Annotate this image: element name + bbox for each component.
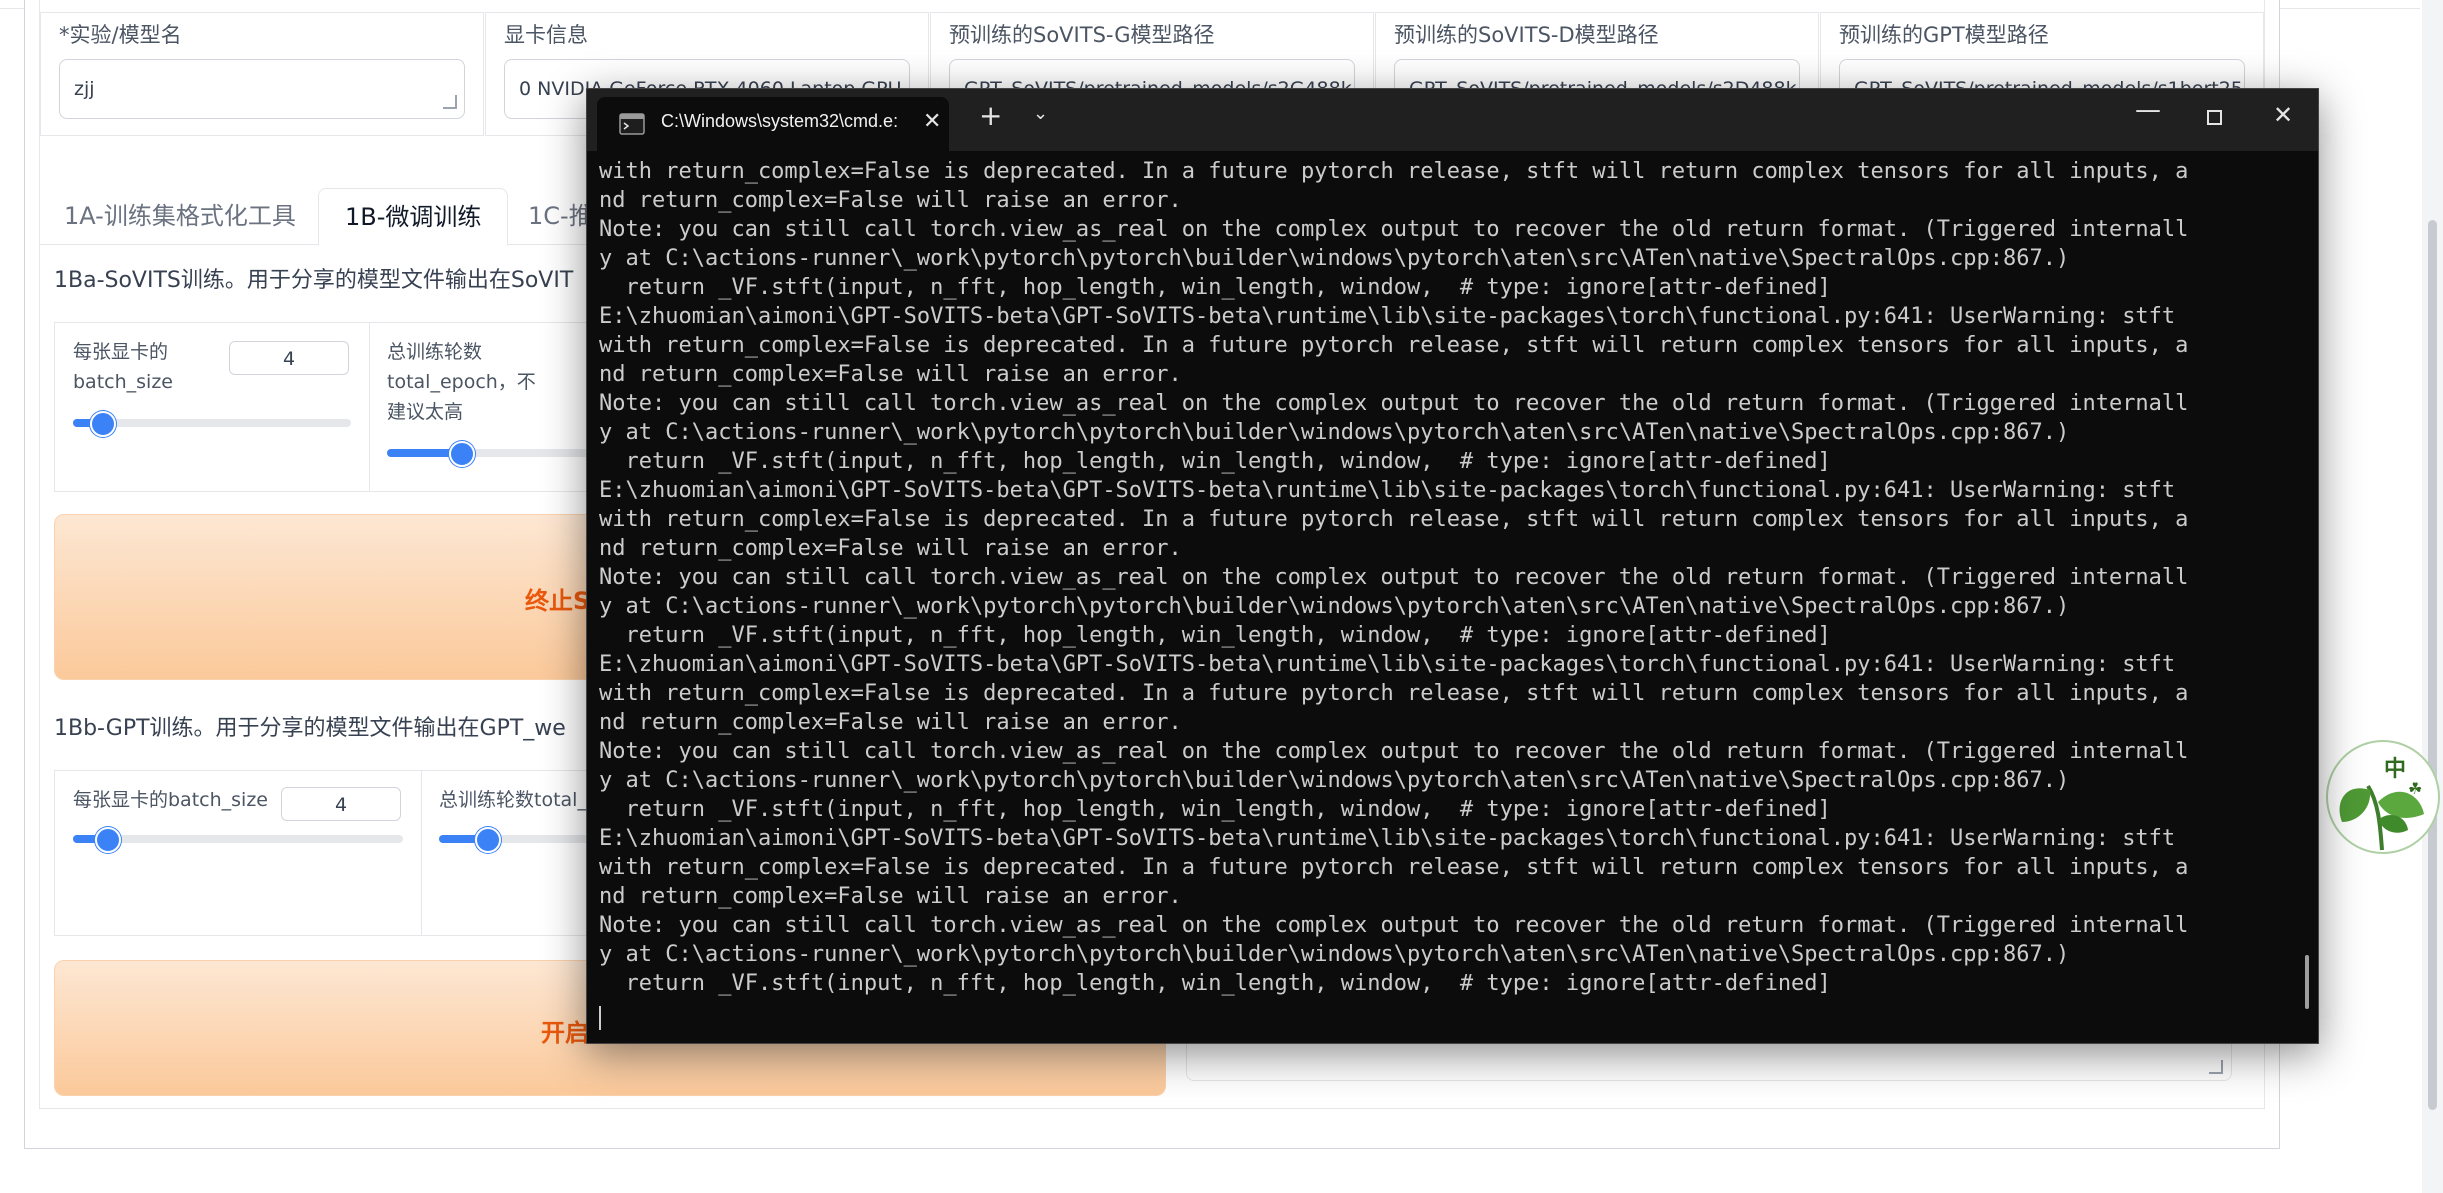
terminal-line: nd return_complex=False will raise an er…	[599, 536, 1182, 561]
gpu-info-label: 显卡信息	[504, 23, 588, 47]
terminal-window[interactable]: C:\Windows\system32\cmd.e: ✕ + ⌄ — ✕ wit…	[586, 88, 2319, 1044]
sovits-section-title: 1Ba-SoVITS训练。用于分享的模型文件输出在SoVIT	[54, 268, 574, 293]
tab-inference[interactable]: 1C-推	[528, 188, 593, 244]
resize-handle-icon[interactable]	[2209, 1060, 2223, 1074]
experiment-name-label: *实验/模型名	[59, 23, 182, 47]
gpt-path-label: 预训练的GPT模型路径	[1839, 23, 2049, 47]
terminal-line: E:\zhuomian\aimoni\GPT-SoVITS-beta\GPT-S…	[599, 478, 2176, 503]
sovits-batch-label: 每张显卡的 batch_size	[73, 341, 173, 393]
chevron-down-icon[interactable]: ⌄	[1033, 103, 1048, 124]
terminal-line: y at C:\actions-runner\_work\pytorch\pyt…	[599, 594, 2070, 619]
sovits-params-panel: 每张显卡的 batch_size 4 总训练轮数 total_epoch，不 建…	[54, 322, 596, 492]
close-window-icon[interactable]: ✕	[2273, 101, 2293, 129]
terminal-line: nd return_complex=False will raise an er…	[599, 884, 1182, 909]
sovits-batch-cell: 每张显卡的 batch_size 4	[55, 323, 370, 491]
gpt-epoch-cell: 总训练轮数total_	[421, 771, 595, 935]
terminal-scrollbar-thumb[interactable]	[2305, 955, 2309, 1009]
close-tab-icon[interactable]: ✕	[923, 109, 941, 134]
gpt-batch-slider-thumb[interactable]	[95, 827, 121, 853]
terminal-line: Note: you can still call torch.view_as_r…	[599, 739, 2189, 764]
stop-sovits-training-button[interactable]: 终止S	[54, 514, 596, 680]
info-textarea[interactable]	[1186, 1040, 2232, 1081]
gpt-batch-cell: 每张显卡的batch_size 4	[55, 771, 422, 935]
cmd-icon	[619, 113, 645, 135]
page-scrollbar-thumb[interactable]	[2428, 220, 2437, 1110]
gpt-batch-slider[interactable]	[73, 827, 403, 853]
gpt-section-title: 1Bb-GPT训练。用于分享的模型文件输出在GPT_we	[54, 716, 566, 741]
terminal-line: return _VF.stft(input, n_fft, hop_length…	[599, 449, 1831, 474]
terminal-line: return _VF.stft(input, n_fft, hop_length…	[599, 623, 1831, 648]
stop-sovits-training-label: 终止S	[525, 587, 591, 615]
gpt-epoch-slider[interactable]	[439, 827, 595, 853]
sovits-batch-slider[interactable]	[73, 411, 351, 437]
terminal-cursor	[599, 1006, 601, 1030]
gpt-params-panel: 每张显卡的batch_size 4 总训练轮数total_	[54, 770, 596, 936]
sovits-batch-slider-thumb[interactable]	[89, 411, 116, 437]
sovits-batch-input[interactable]: 4	[229, 341, 349, 375]
terminal-tab-title: C:\Windows\system32\cmd.e:	[661, 111, 899, 131]
terminal-line: return _VF.stft(input, n_fft, hop_length…	[599, 971, 1831, 996]
terminal-line: E:\zhuomian\aimoni\GPT-SoVITS-beta\GPT-S…	[599, 826, 2176, 851]
sovits-g-path-label: 预训练的SoVITS-G模型路径	[949, 23, 1215, 47]
terminal-line: with return_complex=False is deprecated.…	[599, 855, 2189, 880]
minimize-icon[interactable]: —	[2135, 95, 2161, 125]
gpt-batch-label: 每张显卡的batch_size	[73, 789, 268, 811]
terminal-line: nd return_complex=False will raise an er…	[599, 188, 1182, 213]
tea-leaf-graphic: 中 ☘	[2339, 757, 2424, 851]
terminal-line: Note: you can still call torch.view_as_r…	[599, 391, 2189, 416]
resize-handle-icon[interactable]	[443, 95, 457, 109]
experiment-name-input[interactable]: zjj	[59, 59, 465, 119]
terminal-line: y at C:\actions-runner\_work\pytorch\pyt…	[599, 768, 2070, 793]
badge-text: 中	[2384, 757, 2406, 782]
terminal-line: E:\zhuomian\aimoni\GPT-SoVITS-beta\GPT-S…	[599, 652, 2176, 677]
sovits-epoch-slider-thumb[interactable]	[448, 441, 475, 467]
gpt-epoch-label: 总训练轮数total_	[439, 789, 587, 811]
tab-dataset-format[interactable]: 1A-训练集格式化工具	[64, 188, 296, 244]
experiment-name-field: *实验/模型名 zjj	[40, 12, 484, 136]
terminal-line: with return_complex=False is deprecated.…	[599, 681, 2189, 706]
terminal-output[interactable]: with return_complex=False is deprecated.…	[599, 157, 2295, 1027]
terminal-line: return _VF.stft(input, n_fft, hop_length…	[599, 797, 1831, 822]
terminal-line: E:\zhuomian\aimoni\GPT-SoVITS-beta\GPT-S…	[599, 304, 2176, 329]
terminal-titlebar[interactable]: C:\Windows\system32\cmd.e: ✕ + ⌄ — ✕	[587, 89, 2318, 151]
terminal-line: y at C:\actions-runner\_work\pytorch\pyt…	[599, 420, 2070, 445]
gpt-batch-input[interactable]: 4	[281, 787, 401, 821]
maximize-icon[interactable]	[2207, 110, 2222, 125]
svg-text:☘: ☘	[2408, 779, 2422, 798]
terminal-tab[interactable]: C:\Windows\system32\cmd.e: ✕	[597, 97, 949, 151]
new-tab-icon[interactable]: +	[979, 99, 1002, 132]
sovits-d-path-label: 预训练的SoVITS-D模型路径	[1394, 23, 1659, 47]
page-scrollbar[interactable]	[2422, 0, 2443, 1193]
terminal-line: Note: you can still call torch.view_as_r…	[599, 913, 2189, 938]
tab-finetune-training[interactable]: 1B-微调训练	[318, 188, 509, 246]
sovits-epoch-label: 总训练轮数 total_epoch，不 建议太高	[387, 341, 536, 423]
terminal-line: with return_complex=False is deprecated.…	[599, 507, 2189, 532]
terminal-line: y at C:\actions-runner\_work\pytorch\pyt…	[599, 246, 2070, 271]
terminal-line: nd return_complex=False will raise an er…	[599, 710, 1182, 735]
terminal-line: y at C:\actions-runner\_work\pytorch\pyt…	[599, 942, 2070, 967]
terminal-line: nd return_complex=False will raise an er…	[599, 362, 1182, 387]
sovits-epoch-cell: 总训练轮数 total_epoch，不 建议太高	[369, 323, 595, 491]
terminal-line: return _VF.stft(input, n_fft, hop_length…	[599, 275, 1831, 300]
start-gpt-training-label: 开启	[541, 1019, 589, 1047]
tea-leaf-logo-icon[interactable]: 中 ☘	[2326, 740, 2440, 854]
terminal-line: with return_complex=False is deprecated.…	[599, 333, 2189, 358]
terminal-line: Note: you can still call torch.view_as_r…	[599, 217, 2189, 242]
gpt-epoch-slider-thumb[interactable]	[474, 827, 501, 853]
sovits-epoch-slider[interactable]	[387, 441, 595, 467]
terminal-line: with return_complex=False is deprecated.…	[599, 159, 2189, 184]
terminal-line: Note: you can still call torch.view_as_r…	[599, 565, 2189, 590]
